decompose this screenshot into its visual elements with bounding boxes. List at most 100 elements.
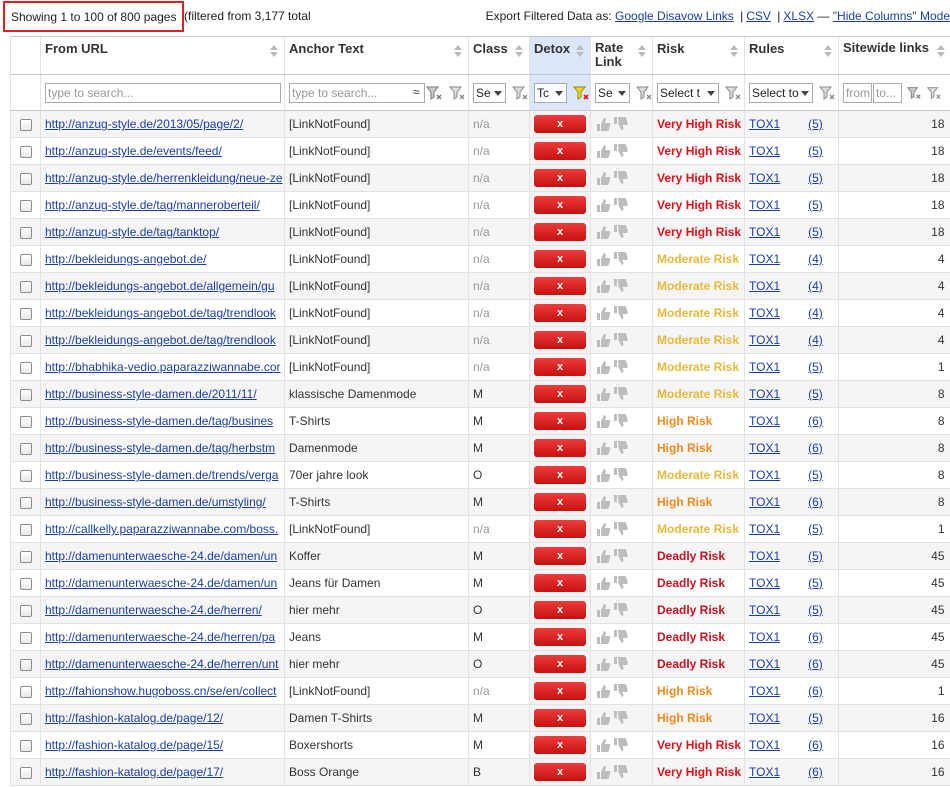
- rule-link[interactable]: TOX1: [749, 144, 780, 158]
- thumbs-up-down-icon[interactable]: [595, 251, 629, 267]
- thumbs-up-down-icon[interactable]: [595, 548, 629, 564]
- from-url-link[interactable]: http://bekleidungs-angebot.de/allgemein/…: [45, 279, 275, 293]
- rule-link[interactable]: TOX1: [749, 711, 780, 725]
- rule-count-link[interactable]: (6): [808, 738, 823, 752]
- detox-button[interactable]: x: [534, 358, 586, 376]
- from-url-link[interactable]: http://fashion-katalog.de/page/12/: [45, 711, 223, 725]
- rule-count-link[interactable]: (6): [808, 630, 823, 644]
- from-url-link[interactable]: http://business-style-damen.de/trends/ve…: [45, 468, 278, 482]
- detox-button[interactable]: x: [534, 493, 586, 511]
- rule-count-link[interactable]: (5): [808, 576, 823, 590]
- rule-count-link[interactable]: (6): [808, 441, 823, 455]
- from-url-link[interactable]: http://business-style-damen.de/tag/herbs…: [45, 441, 275, 455]
- thumbs-up-down-icon[interactable]: [595, 440, 629, 456]
- row-checkbox[interactable]: [19, 334, 32, 347]
- clear-filter-icon[interactable]: [511, 84, 529, 102]
- thumbs-up-down-icon[interactable]: [595, 764, 629, 780]
- rule-count-link[interactable]: (4): [808, 279, 823, 293]
- from-url-link[interactable]: http://fashion-katalog.de/page/17/: [45, 765, 223, 779]
- rule-count-link[interactable]: (5): [808, 198, 823, 212]
- from-url-link[interactable]: http://fashion-katalog.de/page/15/: [45, 738, 223, 752]
- from-input[interactable]: from: [843, 82, 872, 103]
- rule-count-link[interactable]: (6): [808, 765, 823, 779]
- thumbs-up-down-icon[interactable]: [595, 197, 629, 213]
- thumbs-up-down-icon[interactable]: [595, 683, 629, 699]
- row-checkbox[interactable]: [19, 388, 32, 401]
- detox-button[interactable]: x: [534, 277, 586, 295]
- clear-filter-icon[interactable]: [448, 84, 466, 102]
- to-input[interactable]: to...: [873, 82, 902, 103]
- rule-link[interactable]: TOX1: [749, 360, 780, 374]
- rules-select[interactable]: Select to: [749, 82, 813, 103]
- from-url-link[interactable]: http://damenunterwaesche-24.de/herren/un…: [45, 657, 278, 671]
- from-url-link[interactable]: http://damenunterwaesche-24.de/damen/un: [45, 549, 277, 563]
- rule-count-link[interactable]: (6): [808, 495, 823, 509]
- from-url-link[interactable]: http://anzug-style.de/2013/05/page/2/: [45, 117, 243, 131]
- from-url-link[interactable]: http://business-style-damen.de/umstyling…: [45, 495, 266, 509]
- rule-count-link[interactable]: (5): [808, 171, 823, 185]
- rule-link[interactable]: TOX1: [749, 630, 780, 644]
- rule-link[interactable]: TOX1: [749, 657, 780, 671]
- rule-link[interactable]: TOX1: [749, 684, 780, 698]
- header-sitewide-links[interactable]: Sitewide links: [838, 36, 950, 75]
- rule-link[interactable]: TOX1: [749, 198, 780, 212]
- from-url-link[interactable]: http://damenunterwaesche-24.de/herren/: [45, 603, 262, 617]
- detox-button[interactable]: x: [534, 520, 586, 538]
- row-checkbox[interactable]: [19, 469, 32, 482]
- clear-filter-icon[interactable]: [724, 84, 742, 102]
- row-checkbox[interactable]: [19, 145, 32, 158]
- detox-select[interactable]: Tc: [534, 82, 567, 103]
- row-checkbox[interactable]: [19, 442, 32, 455]
- hide-columns-link[interactable]: "Hide Columns" Mode: [833, 9, 950, 23]
- rule-link[interactable]: TOX1: [749, 549, 780, 563]
- detox-button[interactable]: x: [534, 412, 586, 430]
- header-risk[interactable]: Risk: [652, 36, 745, 75]
- row-checkbox[interactable]: [19, 280, 32, 293]
- detox-button[interactable]: x: [534, 385, 586, 403]
- from-url-link[interactable]: http://business-style-damen.de/tag/busin…: [45, 414, 273, 428]
- filter-icon[interactable]: [425, 84, 443, 102]
- thumbs-up-down-icon[interactable]: [595, 332, 629, 348]
- anchor-search-input[interactable]: type to search...: [289, 82, 425, 103]
- rule-link[interactable]: TOX1: [749, 225, 780, 239]
- rule-link[interactable]: TOX1: [749, 306, 780, 320]
- detox-button[interactable]: x: [534, 304, 586, 322]
- thumbs-up-down-icon[interactable]: [595, 602, 629, 618]
- detox-button[interactable]: x: [534, 250, 586, 268]
- header-rules[interactable]: Rules: [744, 36, 839, 75]
- row-checkbox[interactable]: [19, 172, 32, 185]
- thumbs-up-down-icon[interactable]: [595, 656, 629, 672]
- from-url-link[interactable]: http://business-style-damen.de/2011/11/: [45, 387, 257, 401]
- thumbs-up-down-icon[interactable]: [595, 467, 629, 483]
- from-url-link[interactable]: http://bekleidungs-angebot.de/tag/trendl…: [45, 306, 276, 320]
- rule-count-link[interactable]: (4): [808, 252, 823, 266]
- detox-button[interactable]: x: [534, 628, 586, 646]
- detox-button[interactable]: x: [534, 655, 586, 673]
- class-select[interactable]: Se: [473, 82, 506, 103]
- rule-link[interactable]: TOX1: [749, 441, 780, 455]
- from-url-link[interactable]: http://damenunterwaesche-24.de/herren/pa: [45, 630, 275, 644]
- row-checkbox[interactable]: [19, 199, 32, 212]
- rule-count-link[interactable]: (6): [808, 684, 823, 698]
- clear-filter-icon[interactable]: [926, 84, 942, 102]
- detox-button[interactable]: x: [534, 196, 586, 214]
- rule-link[interactable]: TOX1: [749, 738, 780, 752]
- row-checkbox[interactable]: [19, 577, 32, 590]
- thumbs-up-down-icon[interactable]: [595, 629, 629, 645]
- header-class[interactable]: Class: [468, 36, 530, 75]
- detox-button[interactable]: x: [534, 223, 586, 241]
- rule-count-link[interactable]: (5): [808, 387, 823, 401]
- filter-icon[interactable]: [906, 84, 922, 102]
- row-checkbox[interactable]: [19, 712, 32, 725]
- from-url-link[interactable]: http://damenunterwaesche-24.de/damen/un: [45, 576, 277, 590]
- thumbs-up-down-icon[interactable]: [595, 359, 629, 375]
- thumbs-up-down-icon[interactable]: [595, 224, 629, 240]
- header-from-url[interactable]: From URL: [40, 36, 285, 75]
- clear-filter-icon[interactable]: [635, 84, 652, 102]
- rate-select[interactable]: Se: [595, 82, 630, 103]
- row-checkbox[interactable]: [19, 739, 32, 752]
- rule-link[interactable]: TOX1: [749, 252, 780, 266]
- row-checkbox[interactable]: [19, 685, 32, 698]
- row-checkbox[interactable]: [19, 118, 32, 131]
- active-filter-icon[interactable]: [572, 84, 590, 102]
